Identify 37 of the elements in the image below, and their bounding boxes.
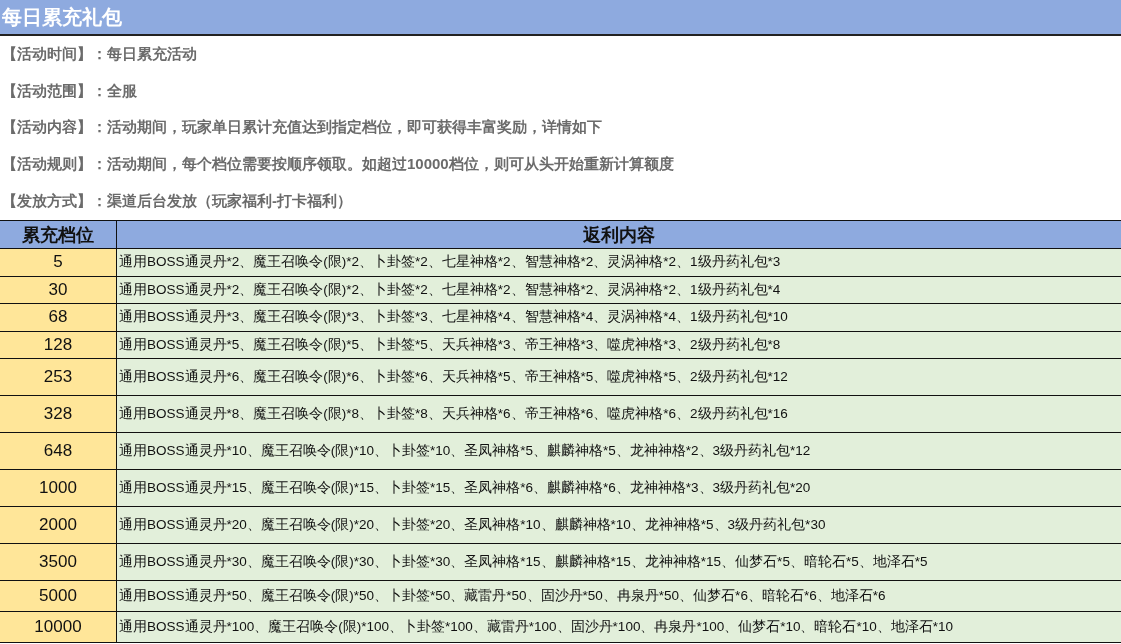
reward-cell: 通用BOSS通灵丹*3、魔王召唤令(限)*3、卜卦签*3、七星神格*4、智慧神格*4、灵涡神格*4、1级丹药礼包*10 [117,304,1121,331]
info-value: 渠道后台发放（玩家福利-打卡福利） [107,192,352,212]
info-label: 【活动时间】： [2,44,107,64]
tier-cell: 5 [0,249,117,276]
info-label: 【活动范围】： [2,81,107,101]
tier-cell: 648 [0,433,117,469]
tier-cell: 3500 [0,544,117,580]
reward-cell: 通用BOSS通灵丹*20、魔王召唤令(限)*20、卜卦签*20、圣凤神格*10、麒麟神格*10、龙神神格*5、3级丹药礼包*30 [117,507,1121,543]
tier-cell: 1000 [0,470,117,506]
info-value: 每日累充活动 [107,44,197,64]
reward-cell: 通用BOSS通灵丹*2、魔王召唤令(限)*2、卜卦签*2、七星神格*2、智慧神格*2、灵涡神格*2、1级丹药礼包*4 [117,276,1121,303]
tier-cell: 5000 [0,581,117,611]
reward-cell: 通用BOSS通灵丹*100、魔王召唤令(限)*100、卜卦签*100、藏雷丹*100、固沙丹*100、冉泉丹*100、仙梦石*10、暗轮石*10、地泽石*10 [117,612,1121,642]
tier-cell: 68 [0,304,117,331]
tier-cell: 30 [0,276,117,303]
reward-cell: 通用BOSS通灵丹*8、魔王召唤令(限)*8、卜卦签*8、天兵神格*6、帝王神格*6、噬虎神格*6、2级丹药礼包*16 [117,396,1121,432]
reward-cell: 通用BOSS通灵丹*50、魔王召唤令(限)*50、卜卦签*50、藏雷丹*50、固沙丹*50、冉泉丹*50、仙梦石*6、暗轮石*6、地泽石*6 [117,581,1121,611]
info-label: 【发放方式】： [2,192,107,212]
reward-cell: 通用BOSS通灵丹*15、魔王召唤令(限)*15、卜卦签*15、圣凤神格*6、麒麟神格*6、龙神神格*3、3级丹药礼包*20 [117,470,1121,506]
info-value: 活动期间，每个档位需要按顺序领取。如超过10000档位，则可从头开始重新计算额度 [107,155,674,175]
column-header: 返利内容 [582,223,656,247]
page-title: 每日累充礼包 [2,4,122,30]
reward-cell: 通用BOSS通灵丹*10、魔王召唤令(限)*10、卜卦签*10、圣凤神格*5、麒麟神格*5、龙神神格*2、3级丹药礼包*12 [117,433,1121,469]
tier-cell: 2000 [0,507,117,543]
reward-cell: 通用BOSS通灵丹*30、魔王召唤令(限)*30、卜卦签*30、圣凤神格*15、麒麟神格*15、龙神神格*15、仙梦石*5、暗轮石*5、地泽石*5 [117,544,1121,580]
column-header: 累充档位 [0,221,117,248]
tier-cell: 253 [0,359,117,395]
tier-cell: 10000 [0,612,117,642]
reward-cell: 通用BOSS通灵丹*6、魔王召唤令(限)*6、卜卦签*6、天兵神格*5、帝王神格*5、噬虎神格*5、2级丹药礼包*12 [117,359,1121,395]
info-value: 活动期间，玩家单日累计充值达到指定档位，即可获得丰富奖励，详情如下 [107,118,602,138]
reward-cell: 通用BOSS通灵丹*5、魔王召唤令(限)*5、卜卦签*5、天兵神格*3、帝王神格*3、噬虎神格*3、2级丹药礼包*8 [117,331,1121,358]
tier-cell: 128 [0,331,117,358]
info-label: 【活动规则】： [2,155,107,175]
tier-cell: 328 [0,396,117,432]
info-label: 【活动内容】： [2,118,107,138]
reward-cell: 通用BOSS通灵丹*2、魔王召唤令(限)*2、卜卦签*2、七星神格*2、智慧神格*2、灵涡神格*2、1级丹药礼包*3 [117,249,1121,276]
info-value: 全服 [107,81,137,101]
